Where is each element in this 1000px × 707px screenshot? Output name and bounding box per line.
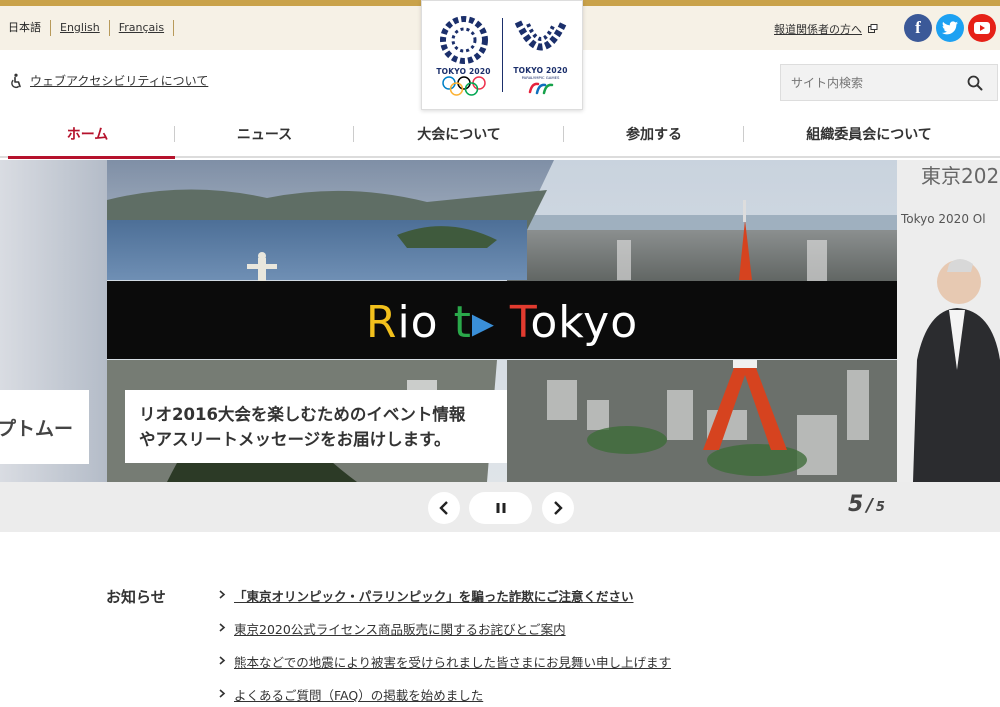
pause-button[interactable] — [469, 492, 532, 524]
next-slide-button[interactable] — [542, 492, 574, 524]
carousel-controls: 5/5 — [0, 482, 1000, 532]
slide-counter: 5/5 — [848, 492, 885, 517]
tokyo2020-logo[interactable]: TOKYO 2020 TOKYO 2020 PARALYMPIC GAMES — [421, 0, 583, 110]
lang-french[interactable]: Français — [110, 20, 175, 36]
pause-icon — [496, 503, 505, 513]
nav-about-games[interactable]: 大会について — [354, 112, 564, 156]
youtube-icon[interactable] — [968, 14, 996, 42]
chevron-right-icon — [554, 501, 563, 515]
news-item-link[interactable]: 熊本などでの地震により被害を受けられました皆さまにお見舞い申し上げます — [234, 652, 671, 671]
olympic-logo-text: TOKYO 2020 — [436, 66, 491, 76]
news-item[interactable]: 「東京オリンピック・パラリンピック」を騙った詐欺にご注意ください — [218, 586, 671, 619]
news-item-link[interactable]: 「東京オリンピック・パラリンピック」を騙った詐欺にご注意ください — [234, 586, 634, 605]
news-item[interactable]: 東京2020公式ライセンス商品販売に関するお詫びとご案内 — [218, 619, 671, 652]
slide-caption-line-1: リオ2016大会を楽しむためのイベント情報 — [139, 405, 466, 424]
accessibility-icon — [11, 73, 21, 88]
paralympic-emblem: TOKYO 2020 PARALYMPIC GAMES — [503, 14, 579, 96]
next-slide-photo — [913, 259, 1000, 482]
slide-caption[interactable]: リオ2016大会を楽しむためのイベント情報 やアスリートメッセージをお届けします… — [125, 390, 507, 463]
lang-english[interactable]: English — [51, 20, 110, 36]
chevron-right-icon — [219, 689, 226, 698]
slide-counter-separator: / — [866, 495, 873, 516]
nav-home[interactable]: ホーム — [0, 112, 175, 159]
previous-slide-button[interactable] — [428, 492, 460, 524]
lang-japanese[interactable]: 日本語 — [8, 20, 51, 36]
slide-caption-line-2: やアスリートメッセージをお届けします。 — [139, 430, 451, 449]
twitter-icon[interactable] — [936, 14, 964, 42]
olympic-emblem: TOKYO 2020 — [426, 15, 502, 96]
agitos-icon — [528, 82, 553, 95]
chevron-left-icon — [439, 501, 448, 515]
nav-organizing-committee[interactable]: 組織委員会について — [744, 112, 994, 156]
accessibility-link-label: ウェブアクセシビリティについて — [30, 74, 209, 88]
olympic-emblem-icon — [439, 15, 488, 64]
nav-news[interactable]: ニュース — [175, 112, 354, 156]
nav-participate[interactable]: 参加する — [564, 112, 744, 156]
search-input[interactable] — [781, 65, 961, 100]
main-nav: ホーム ニュース 大会について 参加する 組織委員会について — [0, 112, 1000, 159]
press-link[interactable]: 報道関係者の方へ — [774, 21, 862, 37]
chevron-right-icon — [219, 656, 226, 665]
slide-counter-current: 5 — [848, 492, 864, 517]
chevron-right-icon — [219, 590, 226, 599]
search-icon[interactable] — [967, 75, 983, 91]
next-slide-peek[interactable]: 東京202 Tokyo 2020 Ol — [897, 160, 1000, 482]
slide-counter-total: 5 — [875, 500, 885, 515]
paralympic-emblem-icon — [514, 20, 567, 51]
language-switcher: 日本語 English Français — [8, 20, 175, 36]
external-link-icon — [868, 24, 878, 33]
rio-to-tokyo-banner: Rio t▸ Tokyo — [366, 297, 638, 348]
news-item-link[interactable]: よくあるご質問（FAQ）の掲載を始めました — [234, 685, 483, 704]
news-list: 「東京オリンピック・パラリンピック」を騙った詐欺にご注意ください 東京2020公… — [218, 586, 671, 707]
site-search — [780, 64, 998, 101]
paralympic-logo-text: TOKYO 2020 — [513, 66, 568, 75]
previous-slide-caption[interactable]: プトムー — [0, 390, 89, 464]
chevron-right-icon — [219, 623, 226, 632]
news-item-link[interactable]: 東京2020公式ライセンス商品販売に関するお詫びとご案内 — [234, 619, 566, 638]
accessibility-link[interactable]: ウェブアクセシビリティについて — [8, 72, 208, 89]
facebook-icon[interactable]: f — [904, 14, 932, 42]
news-heading: お知らせ — [106, 588, 166, 606]
olympic-rings-icon — [441, 75, 486, 96]
news-item[interactable]: よくあるご質問（FAQ）の掲載を始めました — [218, 685, 671, 707]
news-item[interactable]: 熊本などでの地震により被害を受けられました皆さまにお見舞い申し上げます — [218, 652, 671, 685]
